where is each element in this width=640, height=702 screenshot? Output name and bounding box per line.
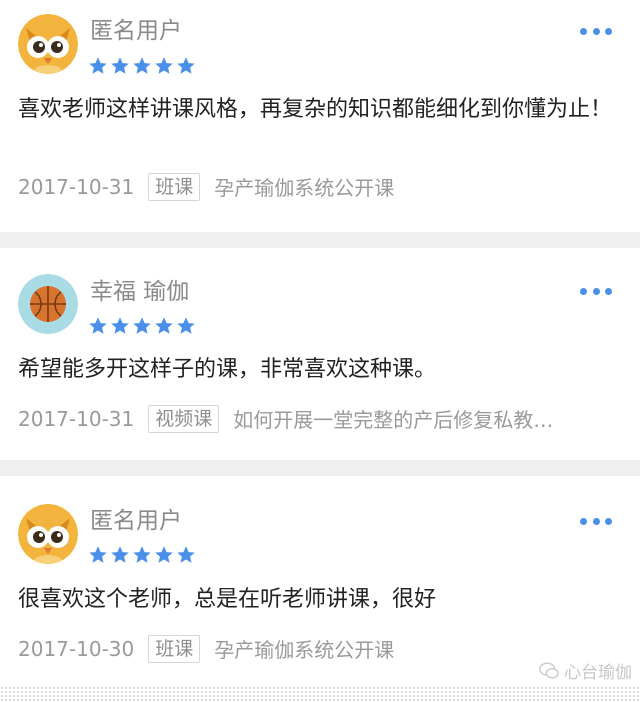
review-meta: 2017-10-31 班课 孕产瑜伽系统公开课 xyxy=(18,172,394,201)
reviewer-name: 幸福 瑜伽 xyxy=(90,279,190,305)
star-icon xyxy=(88,56,108,76)
watermark-text: 心台瑜伽 xyxy=(564,663,632,683)
star-icon xyxy=(176,545,196,565)
wechat-icon xyxy=(539,662,559,679)
review-meta: 2017-10-30 班课 孕产瑜伽系统公开课 xyxy=(18,634,394,663)
dot-icon xyxy=(580,517,587,525)
star-icon xyxy=(110,545,130,565)
dot-icon xyxy=(592,27,600,35)
more-options-button[interactable] xyxy=(580,26,612,36)
more-options-button[interactable] xyxy=(580,286,612,296)
star-icon xyxy=(176,56,196,76)
star-icon xyxy=(88,316,108,336)
dot-icon xyxy=(605,287,612,295)
star-icon xyxy=(154,56,174,76)
section-divider xyxy=(0,460,640,476)
review-comment: 喜欢老师这样讲课风格，再复杂的知识都能细化到你懂为止！ xyxy=(18,97,613,122)
star-icon xyxy=(154,545,174,565)
star-icon xyxy=(88,545,108,565)
star-icon xyxy=(132,56,152,76)
star-rating xyxy=(88,545,196,565)
reviewer-name: 匿名用户 xyxy=(90,508,182,534)
course-link[interactable]: 孕产瑜伽系统公开课 xyxy=(214,172,394,201)
course-type-tag: 视频课 xyxy=(148,404,220,433)
star-icon xyxy=(154,316,174,336)
review-meta: 2017-10-31 视频课 如何开展一堂完整的产后修复私教… xyxy=(18,404,553,433)
star-icon xyxy=(110,56,130,76)
star-icon xyxy=(176,316,196,336)
star-icon xyxy=(110,316,130,336)
dot-icon xyxy=(605,27,612,35)
bottom-texture xyxy=(0,686,640,702)
basketball-avatar[interactable] xyxy=(18,274,78,334)
star-icon xyxy=(132,316,152,336)
review-card: 匿名用户 喜欢老师这样讲课风格，再复杂的知识都能细化到你懂为止！ 2017-10… xyxy=(0,0,640,232)
reviewer-name: 匿名用户 xyxy=(90,18,182,44)
star-rating xyxy=(88,316,196,336)
watermark: 心台瑜伽 xyxy=(538,658,632,683)
owl-avatar[interactable] xyxy=(18,14,78,74)
review-comment: 希望能多开这样子的课，非常喜欢这种课。 xyxy=(18,357,437,382)
owl-avatar[interactable] xyxy=(18,504,78,564)
dot-icon xyxy=(592,517,600,525)
course-link[interactable]: 如何开展一堂完整的产后修复私教… xyxy=(233,404,553,433)
dot-icon xyxy=(580,287,587,295)
review-comment: 很喜欢这个老师，总是在听老师讲课，很好 xyxy=(18,587,437,612)
section-divider xyxy=(0,232,640,248)
course-link[interactable]: 孕产瑜伽系统公开课 xyxy=(214,634,394,663)
dot-icon xyxy=(592,287,600,295)
dot-icon xyxy=(605,517,612,525)
course-type-tag: 班课 xyxy=(148,172,201,201)
dot-icon xyxy=(580,27,587,35)
review-date: 2017-10-30 xyxy=(18,636,135,661)
review-date: 2017-10-31 xyxy=(18,174,135,199)
review-card: 幸福 瑜伽 希望能多开这样子的课，非常喜欢这种课。 2017-10-31 视频课… xyxy=(0,248,640,460)
star-rating xyxy=(88,56,196,76)
more-options-button[interactable] xyxy=(580,516,612,526)
course-type-tag: 班课 xyxy=(148,634,201,663)
star-icon xyxy=(132,545,152,565)
review-date: 2017-10-31 xyxy=(18,406,135,431)
